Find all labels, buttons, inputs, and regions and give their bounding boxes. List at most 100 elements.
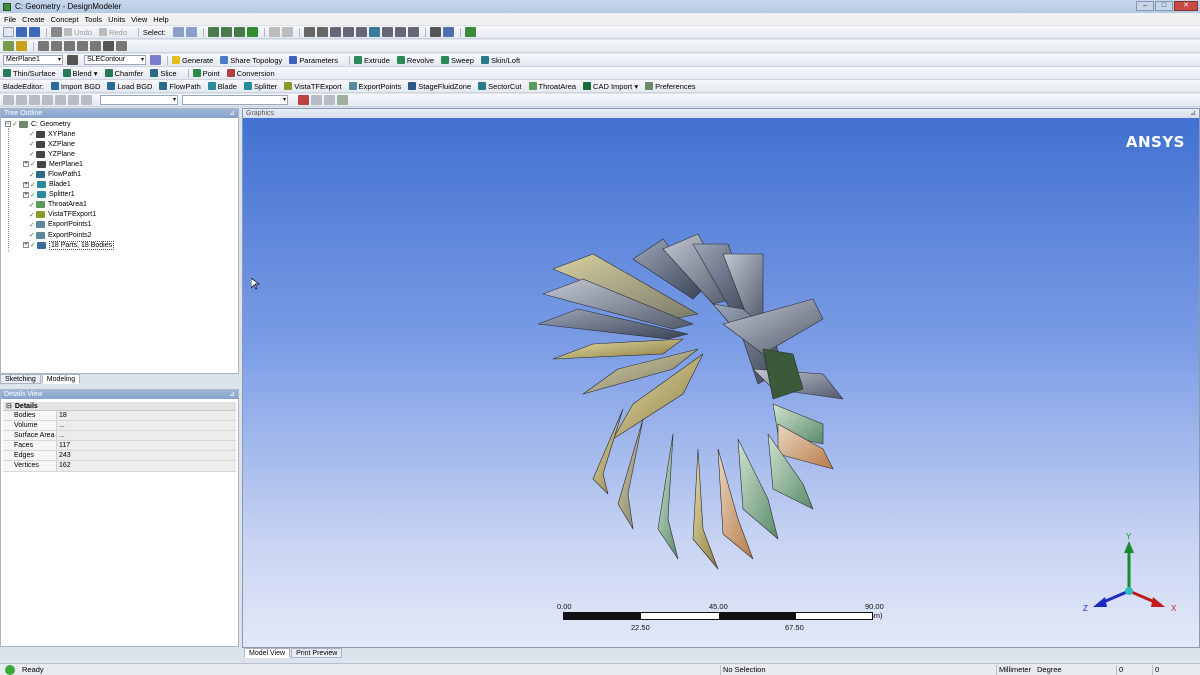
display-icon[interactable] (311, 95, 322, 105)
blade-button[interactable]: Blade (207, 82, 237, 91)
pin-icon[interactable]: ⊿ (229, 390, 235, 399)
minimize-button[interactable]: ‒ (1136, 1, 1154, 11)
new-sketch-icon[interactable] (16, 41, 27, 51)
plane-axis-icon[interactable] (38, 41, 49, 51)
sketch-axis-icon[interactable] (51, 41, 62, 51)
pin-icon[interactable]: ⊿ (1190, 109, 1196, 118)
throat-area-button[interactable]: ThroatArea (528, 82, 576, 91)
tree-item-exportpoints1[interactable]: ✓ ExportPoints1 (5, 220, 238, 230)
menu-view[interactable]: View (131, 15, 147, 24)
load-bgd-button[interactable]: Load BGD (107, 82, 152, 91)
select-plane-icon[interactable] (90, 41, 101, 51)
new-sketch-icon[interactable] (150, 55, 161, 65)
sketch-tool-icon[interactable] (68, 95, 79, 105)
status-units-length[interactable]: Millimeter (996, 665, 1031, 675)
sketch-tool-icon[interactable] (16, 95, 27, 105)
box-zoom-icon[interactable] (342, 27, 354, 37)
display-model-icon[interactable] (442, 27, 454, 37)
normal-view-icon[interactable] (77, 41, 88, 51)
tree-item-vistatfexport1[interactable]: ✓ VistaTFExport1 (5, 210, 238, 220)
flowpath-button[interactable]: FlowPath (159, 82, 201, 91)
select-faces-icon[interactable] (233, 27, 245, 37)
maximize-button[interactable]: □ (1155, 1, 1173, 11)
select-mode-icon[interactable] (172, 27, 184, 37)
previous-view-icon[interactable] (381, 27, 393, 37)
grid-icon[interactable] (116, 41, 127, 51)
thin-surface-button[interactable]: Thin/Surface (3, 69, 56, 78)
sketch-select[interactable]: SLEContour (84, 55, 146, 65)
rotate-icon[interactable] (303, 27, 315, 37)
sketch-tool-icon[interactable] (55, 95, 66, 105)
plane-icon[interactable] (67, 55, 78, 65)
redo-button[interactable]: Redo (98, 28, 127, 37)
undo-button[interactable]: Undo (64, 28, 92, 37)
export-points-button[interactable]: ExportPoints (348, 82, 401, 91)
tree-item-throatarea1[interactable]: ✓ ThroatArea1 (5, 200, 238, 210)
vista-tf-export-button[interactable]: VistaTFExport (284, 82, 342, 91)
sketch-tool-icon[interactable] (29, 95, 40, 105)
tab-print-preview[interactable]: Print Preview (291, 648, 343, 658)
extend-selection-icon[interactable] (268, 27, 280, 37)
cad-import-button[interactable]: CAD Import ▾ (583, 82, 638, 91)
sketch-tool-icon[interactable] (3, 95, 14, 105)
tree-item-xyplane[interactable]: ✓ XYPlane (5, 129, 238, 139)
select-edges-icon[interactable] (220, 27, 232, 37)
stage-fluid-zone-button[interactable]: StageFluidZone (408, 82, 471, 91)
look-at-icon[interactable] (64, 41, 75, 51)
preferences-button[interactable]: Preferences (645, 82, 696, 91)
tree-item-yzplane[interactable]: ✓ YZPlane (5, 149, 238, 159)
revolve-button[interactable]: Revolve (396, 56, 434, 65)
tree-item-flowpath1[interactable]: ✓ FlowPath1 (5, 169, 238, 179)
menu-units[interactable]: Units (108, 15, 125, 24)
tree-root[interactable]: − ✓ C: Geometry (5, 119, 238, 129)
splitter-button[interactable]: Splitter (243, 82, 277, 91)
new-plane-icon[interactable] (3, 41, 14, 51)
menu-file[interactable]: File (4, 15, 16, 24)
tab-model-view[interactable]: Model View (244, 648, 291, 658)
triad-icon[interactable] (429, 27, 441, 37)
status-units-angle[interactable]: Degree (1037, 665, 1062, 675)
new-icon[interactable] (3, 27, 14, 37)
impeller-model[interactable] (523, 229, 863, 579)
show-hide-icon[interactable] (464, 27, 476, 37)
share-topology-button[interactable]: Share Topology (220, 56, 282, 65)
sector-cut-button[interactable]: SectorCut (478, 82, 522, 91)
zoom-icon[interactable] (329, 27, 341, 37)
pin-icon[interactable]: ⊿ (229, 109, 235, 118)
display-icon[interactable] (324, 95, 335, 105)
conversion-button[interactable]: Conversion (226, 69, 275, 78)
menu-tools[interactable]: Tools (85, 15, 103, 24)
select-filter-icon[interactable] (185, 27, 197, 37)
next-view-icon[interactable] (394, 27, 406, 37)
plane-select[interactable]: MerPlane1 (3, 55, 63, 65)
tree-item-blade1[interactable]: + ✓ Blade1 (5, 180, 238, 190)
tab-modeling[interactable]: Modeling (41, 374, 81, 384)
pan-icon[interactable] (316, 27, 328, 37)
sweep-button[interactable]: Sweep (441, 56, 474, 65)
magnifier-icon[interactable] (368, 27, 380, 37)
menu-help[interactable]: Help (153, 15, 168, 24)
sketch-tool-select[interactable] (100, 95, 178, 105)
display-icon[interactable] (337, 95, 348, 105)
point-button[interactable]: Point (192, 69, 220, 78)
save-as-icon[interactable] (29, 27, 40, 37)
image-capture-icon[interactable] (51, 27, 62, 37)
sketch-tool-icon[interactable] (81, 95, 92, 105)
tab-sketching[interactable]: Sketching (0, 374, 41, 384)
menu-concept[interactable]: Concept (51, 15, 79, 24)
close-button[interactable]: ✕ (1174, 1, 1198, 11)
tree-item-merplane1[interactable]: + ✓ MerPlane1 (5, 159, 238, 169)
tree-item-xzplane[interactable]: ✓ XZPlane (5, 139, 238, 149)
dimension-select[interactable] (182, 95, 288, 105)
pin-icon[interactable] (103, 41, 114, 51)
zoom-to-fit-icon[interactable] (355, 27, 367, 37)
sketch-tool-icon[interactable] (42, 95, 53, 105)
blend-button[interactable]: Blend ▾ (62, 69, 98, 78)
details-group[interactable]: ⊟ Details (3, 402, 236, 411)
chamfer-button[interactable]: Chamfer (104, 69, 143, 78)
select-bodies-icon[interactable] (246, 27, 258, 37)
extrude-button[interactable]: Extrude (354, 56, 390, 65)
generate-button[interactable]: Generate (172, 56, 213, 65)
isometric-view-icon[interactable] (407, 27, 419, 37)
graphics-viewport[interactable]: Graphics ⊿ ANSYS 0.00 45.00 90.00 (mm) 2… (242, 108, 1200, 648)
